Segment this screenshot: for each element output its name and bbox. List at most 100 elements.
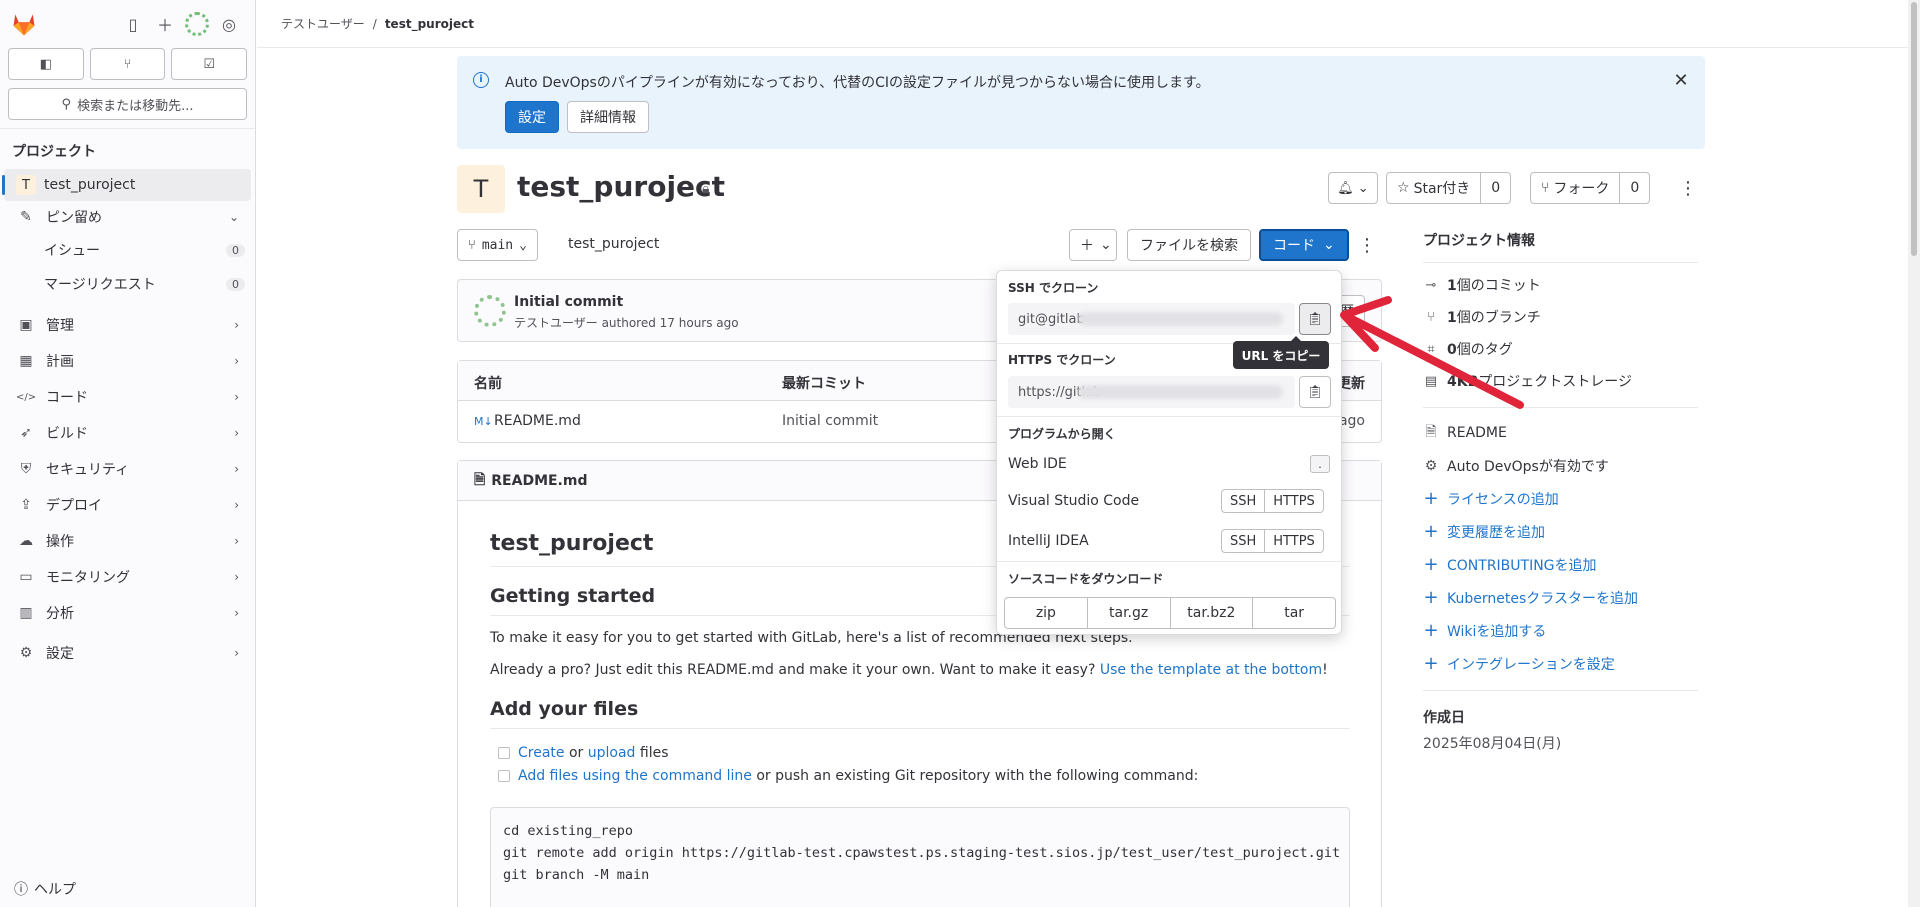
command-line-link[interactable]: Add files using the command line [518,768,752,784]
plus-icon: + [1423,488,1439,509]
search-button[interactable]: ⚲ 検索または移動先... [8,88,247,120]
help-button[interactable]: ⓘ ヘルプ [14,879,76,899]
sidebar-item-merge-requests[interactable]: マージリクエスト 0 [0,267,255,301]
chevron-right-icon: › [234,646,239,660]
banner-learn-more-button[interactable]: 詳細情報 [567,101,649,133]
file-last-commit[interactable]: Initial commit [782,413,878,429]
task-text: or push an existing Git repository with … [751,767,1199,784]
add-to-tree-button[interactable]: ＋ ⌄ [1069,229,1117,261]
code-dropdown-menu: SSH でクローン git@gitlab 📋︎ HTTPS でクローン http… [996,270,1342,635]
star-button[interactable]: ☆ Star付き 0 [1386,172,1512,204]
sidebar-item-project[interactable]: T test_puroject [2,169,251,201]
https-clone-url-field[interactable]: https://gitlab [1008,376,1295,408]
dropdown-divider [997,416,1341,417]
notification-button[interactable]: 🔔︎ ⌄ [1328,172,1378,204]
sidebar-item-cloud[interactable]: ☁ 操作 › [4,523,251,559]
add-link-item[interactable]: + Wikiを追加する [1423,614,1698,647]
readme-heading: Add your files [490,698,1350,729]
sidebar-item-monitor[interactable]: ▭ モニタリング › [4,559,251,595]
fork-count[interactable]: 0 [1619,173,1649,203]
todos-shortcut-button[interactable]: ☑ [171,48,248,80]
chevron-down-icon: ⌄ [228,210,239,224]
branch-selector[interactable]: ⑂ main ⌄ [457,229,538,261]
sidebar-item-deploy[interactable]: ⇪ デプロイ › [4,487,251,523]
paragraph-text: Already a pro? Just edit this README.md … [490,662,1100,678]
code-line: cd existing_repo [503,823,634,839]
issues-shortcut-button[interactable]: ◧ [8,48,84,80]
toggle-sidebar-icon[interactable]: ▯ [117,8,149,40]
sidebar-item-chart[interactable]: ▥ 分析 › [4,595,251,631]
task-checkbox[interactable] [498,746,510,759]
stat-storage[interactable]: ▤ 4KBプロジェクトストレージ [1423,365,1698,397]
ssh-clone-url-field[interactable]: git@gitlab [1008,303,1295,335]
stat-commits[interactable]: ⊸ 1個のコミット [1423,269,1698,301]
download-zip-button[interactable]: zip [1005,598,1087,628]
sidebar-item-briefcase[interactable]: ▣ 管理 › [4,307,251,343]
stat-tags[interactable]: ⌗ 0個のタグ [1423,333,1698,365]
link-label: 変更履歴を追加 [1447,524,1545,541]
vscode-https-button[interactable]: HTTPS [1264,490,1323,512]
sidebar-item-rocket[interactable]: ➶ ビルド › [4,415,251,451]
download-tar-bz2-button[interactable]: tar.bz2 [1169,598,1253,628]
redacted-blur [1078,312,1283,326]
sidebar-item-issues[interactable]: イシュー 0 [0,233,255,267]
file-name[interactable]: README.md [494,413,581,429]
avatar [474,295,506,327]
sidebar-top-bar: ▯ ＋ ◎ [0,0,255,48]
sidebar-item-pinned[interactable]: ✎ ピン留め ⌄ [4,201,251,233]
branch-icon: ⑂ [468,237,476,253]
fork-label-segment[interactable]: ⑂ フォーク [1531,173,1619,203]
scrollbar-thumb[interactable] [1911,2,1917,256]
vscode-ssh-button[interactable]: SSH [1222,490,1264,512]
task-checkbox[interactable] [498,769,510,782]
download-formats: zip tar.gz tar.bz2 tar [1004,597,1336,629]
page-scrollbar[interactable] [1908,0,1920,907]
stat-value: 1 [1447,278,1457,294]
add-link-item[interactable]: + インテグレーションを設定 [1423,647,1698,680]
merge-requests-shortcut-button[interactable]: ⑂ [89,48,166,80]
chevron-right-icon: › [234,534,239,548]
auto-devops-link[interactable]: ⚙ Auto DevOpsが有効です [1423,449,1698,482]
copy-https-url-button[interactable]: 📋︎ [1299,376,1331,408]
copy-ssh-url-button[interactable]: 📋︎ [1299,303,1331,335]
upload-link[interactable]: upload [588,745,636,761]
open-with-header: プログラムから開く [1008,427,1116,441]
sidebar-item-gear[interactable]: ⚙ 設定 › [4,635,251,671]
user-avatar-button[interactable] [181,8,213,40]
intellij-https-button[interactable]: HTTPS [1264,530,1323,552]
readme-file-label[interactable]: README.md [491,473,587,489]
download-tar-gz-button[interactable]: tar.gz [1086,598,1170,628]
commit-message[interactable]: Initial commit [514,294,623,310]
stat-branches[interactable]: ⑂ 1個のブランチ [1423,301,1698,333]
banner-settings-button[interactable]: 設定 [505,101,559,133]
star-label-segment[interactable]: ☆ Star付き [1387,173,1480,203]
readme-link[interactable]: 🗎︎ README [1423,416,1698,449]
add-link-item[interactable]: + CONTRIBUTINGを追加 [1423,548,1698,581]
admin-icon[interactable]: ◎ [213,8,245,40]
star-count[interactable]: 0 [1480,173,1510,203]
close-icon[interactable]: ✕ [1669,68,1693,92]
project-more-actions-icon[interactable]: ⋮ [1674,172,1702,204]
bell-icon: 🔔︎ [1337,180,1354,196]
sidebar-item-calendar[interactable]: ▦ 計画 › [4,343,251,379]
breadcrumb-parent[interactable]: テストユーザー [281,15,365,32]
plus-icon: + [1423,653,1439,674]
fork-button[interactable]: ⑂ フォーク 0 [1530,172,1651,204]
repo-path[interactable]: test_puroject [568,236,659,252]
add-link-item[interactable]: + Kubernetesクラスターを追加 [1423,581,1698,614]
add-link-item[interactable]: + 変更履歴を追加 [1423,515,1698,548]
breadcrumb-current[interactable]: test_puroject [385,17,474,31]
find-file-button[interactable]: ファイルを検索 [1127,229,1251,261]
sidebar-item-shield[interactable]: ⛨ セキュリティ › [4,451,251,487]
intellij-ssh-button[interactable]: SSH [1222,530,1264,552]
web-ide-item[interactable]: Web IDE [1008,456,1067,472]
gitlab-logo[interactable] [10,10,38,38]
create-link[interactable]: Create [518,745,565,761]
add-link-item[interactable]: + ライセンスの追加 [1423,482,1698,515]
repo-more-actions-icon[interactable]: ⋮ [1353,229,1381,261]
create-new-icon[interactable]: ＋ [149,8,181,40]
code-dropdown-button[interactable]: コード ⌄ [1259,229,1349,261]
sidebar-item-code[interactable]: </> コード › [4,379,251,415]
download-tar-button[interactable]: tar [1252,598,1335,628]
template-link[interactable]: Use the template at the bottom [1100,662,1322,678]
